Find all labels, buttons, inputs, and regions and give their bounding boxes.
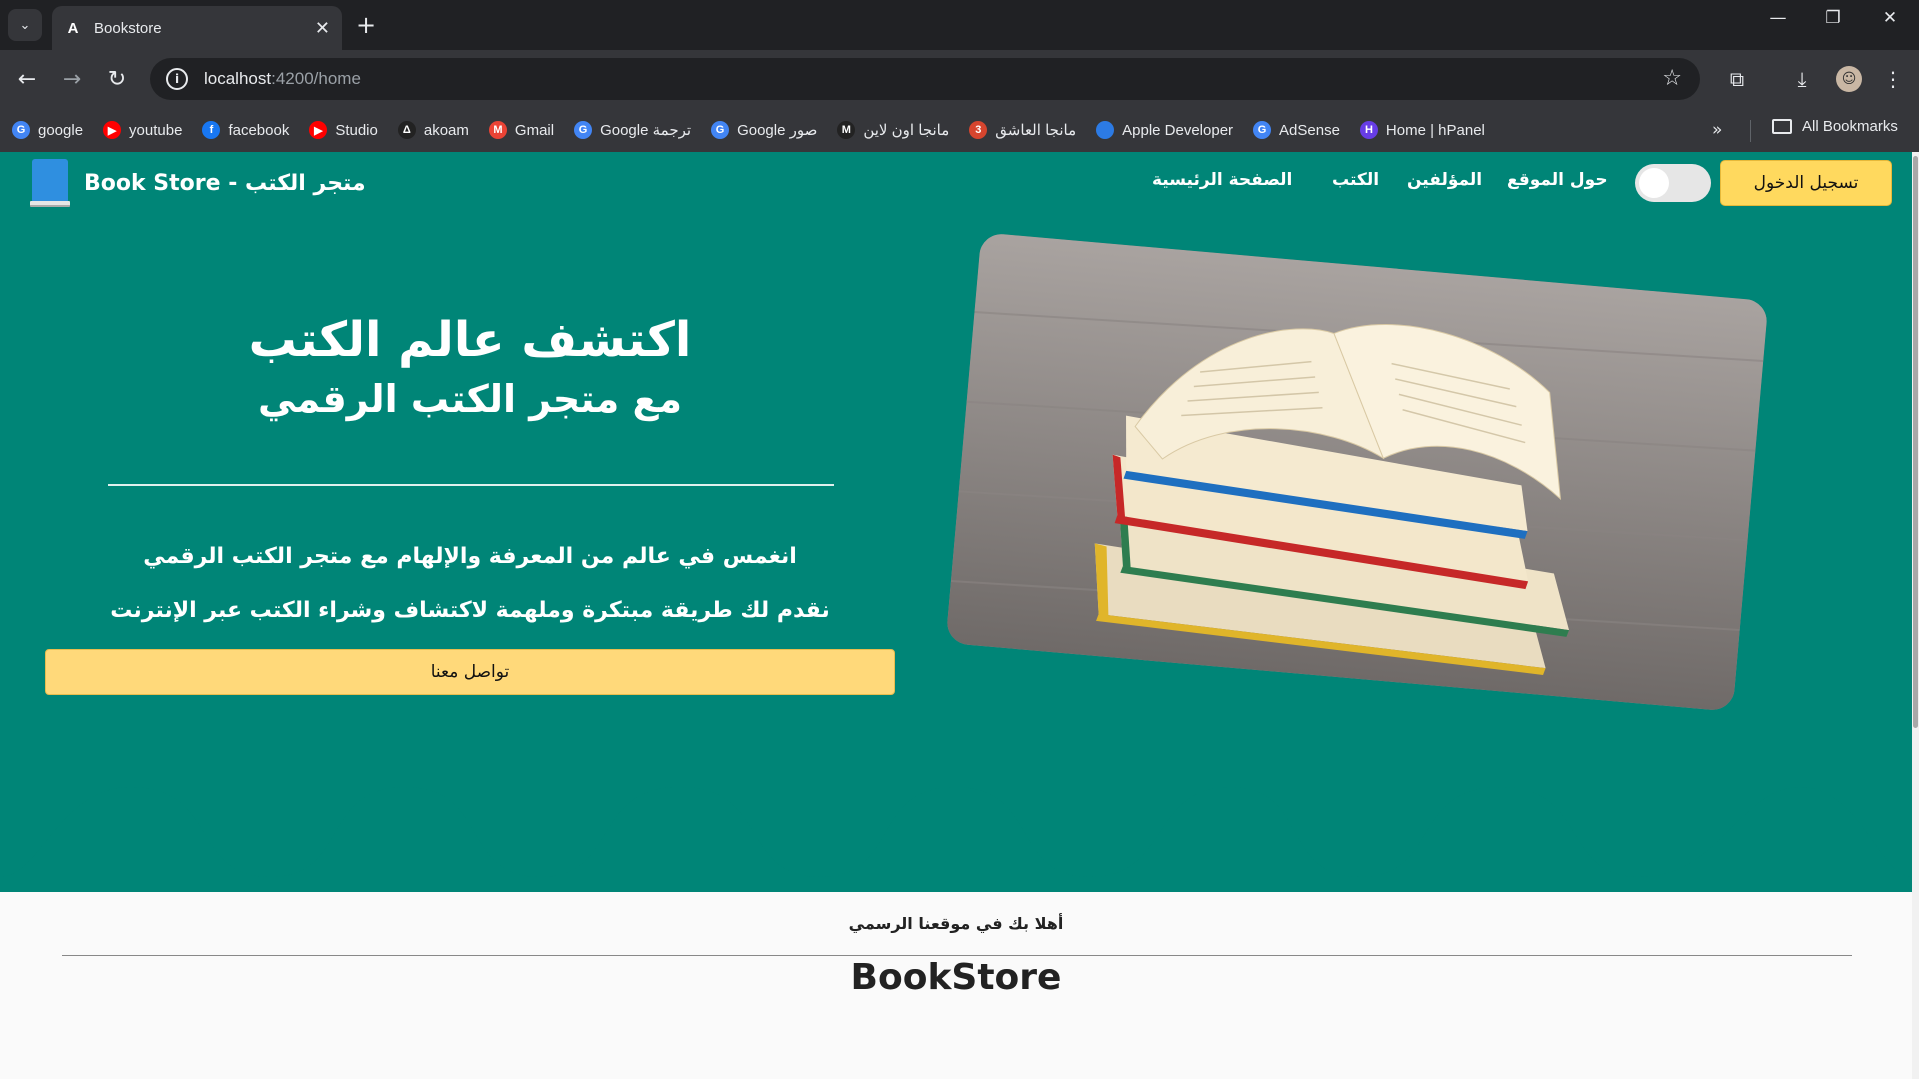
gmail-icon: M (488, 121, 507, 139)
site-brand[interactable]: Book Store - متجر الكتب (28, 157, 366, 209)
reload-icon[interactable]: ↻ (102, 64, 132, 94)
bookmark-item[interactable]: G Google ترجمة (574, 121, 691, 139)
manga-3asq-icon: 3 (969, 121, 988, 139)
apple-developer-icon (1096, 121, 1115, 139)
hero-subtitle: مع متجر الكتب الرقمي (257, 377, 683, 421)
tab-search-button[interactable]: ⌄ (8, 9, 42, 41)
bookmark-label: Gmail (514, 121, 555, 139)
bookmark-label: Studio (335, 121, 378, 139)
bookmark-label: akoam (423, 121, 469, 139)
facebook-icon: f (202, 121, 221, 139)
nav-home-link[interactable]: الصفحة الرئيسية (1152, 170, 1292, 190)
nav-books-link[interactable]: الكتب (1332, 170, 1379, 190)
profile-avatar[interactable]: ☺ (1836, 66, 1862, 92)
bookmark-item[interactable]: Δakoam (397, 121, 469, 139)
youtube-icon: ▶ (103, 121, 122, 139)
hostinger-icon: H (1359, 121, 1378, 139)
bookmark-label: Google ترجمة (600, 122, 692, 139)
welcome-text: أهلا بك في موقعنا الرسمي (848, 914, 1064, 933)
toggle-knob (1639, 168, 1669, 198)
bookmarks-divider (1750, 120, 1751, 142)
theme-toggle[interactable] (1635, 164, 1711, 202)
bookmark-item[interactable]: 3 مانجا العاشق (969, 121, 1076, 139)
page-scrollbar[interactable] (1912, 152, 1919, 1079)
bookmark-label: Apple Developer (1122, 121, 1234, 139)
google-icon: G (1253, 121, 1272, 139)
site-navbar: Book Store - متجر الكتب الصفحة الرئيسية … (0, 152, 1912, 214)
bookmark-item[interactable]: H Home | hPanel (1359, 121, 1485, 139)
google-icon: G (12, 121, 30, 139)
bookmark-item[interactable]: G AdSense (1253, 121, 1340, 139)
back-icon[interactable]: ← (12, 64, 42, 94)
restore-icon[interactable]: ❐ (1813, 8, 1853, 28)
login-button[interactable]: تسجيل الدخول (1720, 160, 1892, 206)
scrollbar-thumb[interactable] (1913, 156, 1918, 728)
url-host: localhost (204, 69, 272, 88)
tab-title: Bookstore (94, 19, 162, 37)
tab-strip: ⌄ A Bookstore ✕ + — ❐ ✕ (0, 0, 1919, 50)
bookmark-item[interactable]: G Google صور (711, 121, 817, 139)
bookmark-label: youtube (129, 121, 183, 139)
bookmarks-list: Ggoogle ▶ youtube f facebook ▶ Studio Δakoam M Gm… (12, 121, 1505, 139)
address-bar[interactable]: i localhost:4200/home ☆ (150, 58, 1700, 100)
nav-about-link[interactable]: حول الموقع (1507, 170, 1608, 190)
bookmark-label: facebook (228, 121, 290, 139)
google-icon: G (711, 121, 730, 139)
books-stack-image (945, 232, 1769, 712)
bookmark-item[interactable]: M Gmail (488, 121, 555, 139)
url-path: :4200/home (271, 69, 361, 88)
bookmark-label: AdSense (1279, 121, 1340, 139)
welcome-divider (62, 955, 1852, 956)
bookmark-label: Google صور (737, 122, 818, 139)
browser-toolbar: ← → ↻ i localhost:4200/home ☆ ⧉ ⤓ ☺ ⋮ (0, 50, 1919, 108)
hero-text-line-1: انغمس في عالم من المعرفة والإلهام مع متج… (143, 544, 797, 569)
bookstore-heading: BookStore (850, 957, 1062, 998)
page-viewport: Book Store - متجر الكتب الصفحة الرئيسية … (0, 152, 1912, 1079)
akoam-icon: Δ (397, 121, 416, 139)
bookmark-label: مانجا اون لاين (863, 122, 950, 139)
all-bookmarks-button[interactable]: All Bookmarks (1772, 118, 1898, 135)
bookmark-item[interactable]: f facebook (202, 121, 289, 139)
folder-icon (1772, 119, 1792, 134)
google-translate-icon: G (574, 121, 593, 139)
url-text[interactable]: localhost:4200/home (204, 69, 361, 89)
site-info-icon[interactable]: i (166, 68, 188, 90)
bookmark-item[interactable]: Apple Developer (1096, 121, 1233, 139)
bookmark-label: مانجا العاشق (995, 122, 1077, 139)
active-tab[interactable]: A Bookstore ✕ (52, 6, 342, 50)
bookmark-label: google (38, 121, 84, 139)
all-bookmarks-label: All Bookmarks (1802, 118, 1898, 135)
bookmark-item[interactable]: M مانجا اون لاين (837, 121, 949, 139)
new-tab-button[interactable]: + (352, 11, 380, 39)
bookmarks-bar: Ggoogle ▶ youtube f facebook ▶ Studio Δakoam M Gm… (0, 108, 1919, 152)
youtube-studio-icon: ▶ (309, 121, 328, 139)
book-icon (28, 157, 72, 209)
wave-divider (0, 727, 1912, 877)
menu-kebab-icon[interactable]: ⋮ (1878, 64, 1908, 94)
more-bookmarks-icon[interactable]: » (1712, 120, 1722, 140)
bookmark-label: Home | hPanel (1385, 121, 1485, 139)
brand-label: Book Store - متجر الكتب (84, 170, 366, 196)
angular-icon: A (67, 19, 79, 37)
bookmark-star-icon[interactable]: ☆ (1662, 66, 1682, 91)
bookmark-item[interactable]: ▶ youtube (103, 121, 182, 139)
minimize-icon[interactable]: — (1758, 8, 1798, 28)
books-illustration (945, 232, 1769, 712)
download-icon[interactable]: ⤓ (1787, 64, 1817, 94)
nav-authors-link[interactable]: المؤلفين (1407, 170, 1482, 190)
forward-icon[interactable]: → (57, 64, 87, 94)
contact-us-button[interactable]: تواصل معنا (45, 649, 895, 695)
manga-online-icon: M (837, 121, 856, 139)
bookmark-item[interactable]: Ggoogle (12, 121, 83, 139)
hero-divider (108, 484, 834, 486)
hero-text-line-2: نقدم لك طريقة مبتكرة وملهمة لاكتشاف وشرا… (110, 598, 830, 623)
extensions-icon[interactable]: ⧉ (1722, 64, 1752, 94)
close-tab-icon[interactable]: ✕ (315, 18, 330, 39)
close-window-icon[interactable]: ✕ (1870, 8, 1910, 28)
hero-title: اكتشف عالم الكتب (248, 312, 692, 368)
bookmark-item[interactable]: ▶ Studio (309, 121, 378, 139)
